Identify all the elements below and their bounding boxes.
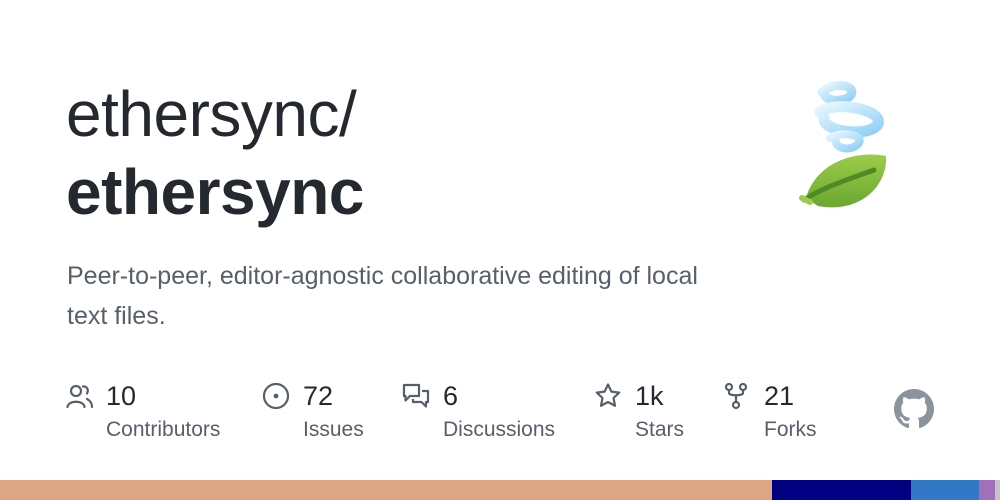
forks-count: 21 [764, 381, 795, 411]
discussions-count: 6 [443, 381, 459, 411]
discussions-label: Discussions [443, 418, 556, 441]
contributors-count: 10 [106, 381, 137, 411]
stat-issues[interactable]: 72 Issues [262, 378, 382, 448]
language-bar-segment [772, 480, 911, 500]
star-icon [595, 383, 621, 407]
language-bar-segment [995, 480, 1000, 500]
repo-owner[interactable]: ethersync/ [66, 74, 357, 154]
language-bar-segment [0, 480, 772, 500]
stat-contributors[interactable]: 10 Contributors [66, 378, 236, 448]
stars-count: 1k [635, 381, 664, 411]
language-bar-segment [979, 480, 995, 500]
discussions-icon [402, 383, 430, 408]
stat-forks[interactable]: 21 Forks [722, 378, 822, 448]
forks-label: Forks [764, 418, 817, 441]
fork-icon [724, 382, 748, 410]
contributors-label: Contributors [106, 418, 221, 441]
issues-icon [262, 382, 290, 410]
repo-description: Peer-to-peer, editor-agnostic collaborat… [67, 262, 698, 330]
stars-label: Stars [635, 418, 685, 441]
issues-label: Issues [303, 418, 364, 441]
stat-discussions[interactable]: 6 Discussions [402, 378, 572, 448]
github-mark-icon[interactable] [894, 389, 934, 429]
issues-count: 72 [303, 381, 334, 411]
stat-stars[interactable]: 1k Stars [594, 378, 694, 448]
repo-name[interactable]: ethersync [66, 152, 364, 232]
language-bar-segment [911, 480, 979, 500]
contributors-icon [66, 384, 94, 409]
tornado-leaf-icon [799, 80, 887, 208]
language-bar [0, 480, 1000, 500]
